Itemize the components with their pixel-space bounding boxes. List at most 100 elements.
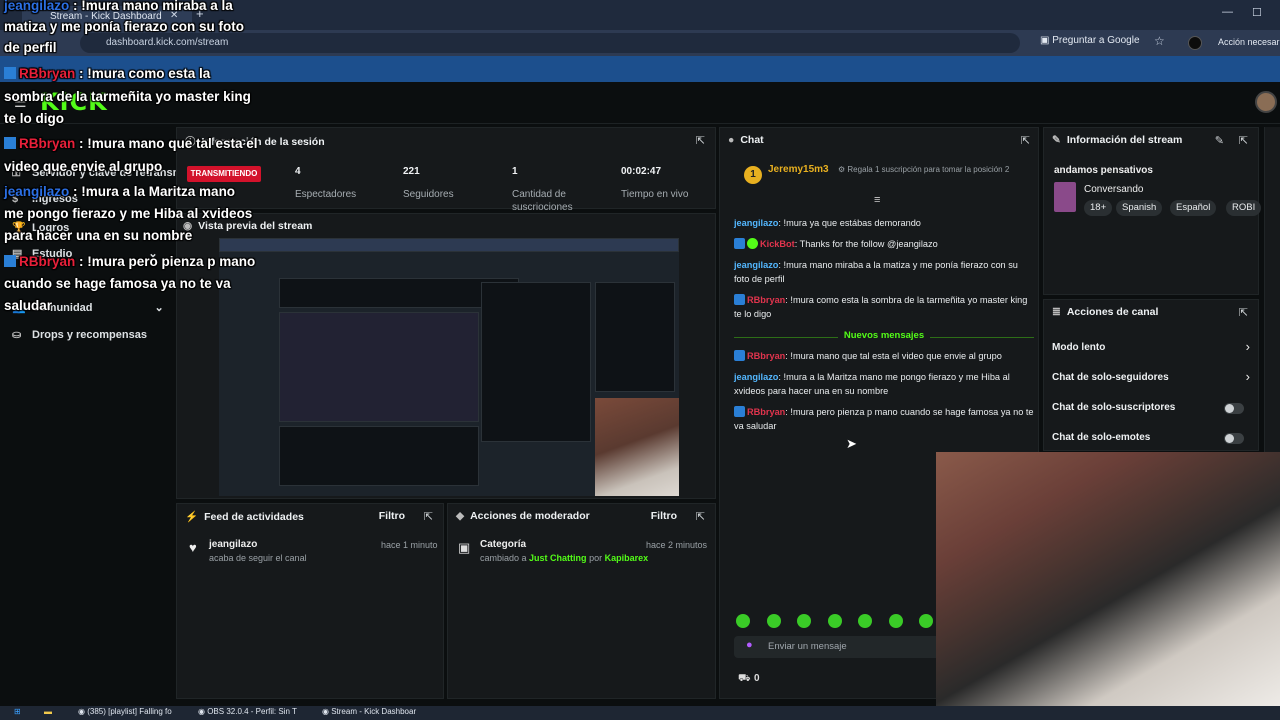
shield-icon: ◆ [456,510,465,522]
popout-icon[interactable]: ⇱ [1239,134,1248,147]
mouse-cursor-icon: ➤ [846,436,857,451]
chat-username[interactable]: jeangilazo [734,260,778,270]
popout-icon[interactable]: ⇱ [1021,134,1030,147]
overlay-username: jeangilazo [4,0,70,13]
emote-icon[interactable] [736,614,750,628]
popout-icon[interactable]: ⇱ [696,134,705,147]
stat-uptime-label: Tiempo en vivo [621,189,689,200]
category-icon: ▣ [458,540,471,555]
chat-bubble-icon: ● [728,134,735,146]
stat-subs-label: Cantidad de suscriociones [512,189,573,213]
mod-actions-panel: ◆ Acciones de moderador Filtro ⇱ ▣ Catego… [447,503,716,699]
action-needed-button[interactable]: Acción necesaria [1218,37,1280,47]
gift-sub-prompt[interactable]: ⚙ Regala 1 suscripción para tomar la pos… [838,165,1028,175]
sub-badge-icon [4,137,16,149]
chat-username[interactable]: RBbryan [747,407,785,417]
mod-action-prefix: cambiado a [480,553,527,563]
gift-icon: ⚙ [838,165,848,174]
subs-only-toggle[interactable] [1224,403,1244,414]
chat-rules-icon[interactable]: ⛟ [738,673,751,686]
chat-username[interactable]: RBbryan [747,351,785,361]
overlay-chat-line: para hacer una en su nombre [4,228,193,243]
mod-action-by: por [589,553,603,563]
overlay-chat-line: RBbryan : !mura mano que tal esta el [4,136,258,152]
mod-action-category[interactable]: Just Chatting [529,553,587,563]
mod-action-time: hace 2 minutos [646,540,708,550]
profile-icon[interactable] [1188,36,1202,50]
subs-only-row: Chat de solo-suscriptores [1052,402,1176,413]
chat-message-input[interactable]: ● Enviar un mensaje [734,636,944,658]
filter-button[interactable]: Filtro [651,510,677,522]
address-bar[interactable]: dashboard.kick.com/stream [80,33,1020,53]
edit-icon[interactable]: ✎ [1215,134,1224,147]
action-needed-label: Acción necesaria [1218,37,1280,47]
chat-count: 0 [754,673,760,684]
maximize-icon[interactable]: ☐ [1252,6,1262,19]
windows-start-icon[interactable]: ⊞ [14,707,21,716]
stream-preview-video[interactable] [219,238,679,496]
filter-button[interactable]: Filtro [379,510,405,522]
overlay-username: RBbryan [19,254,76,269]
slow-mode-row[interactable]: Modo lento [1052,342,1105,353]
emote-icon[interactable] [797,614,811,628]
leaderboard-user[interactable]: Jeremy15m3 [768,164,829,175]
overlay-username: RBbryan [19,66,76,81]
popout-icon[interactable]: ⇱ [696,510,705,523]
file-explorer-icon[interactable]: ▬ [44,707,52,716]
popout-icon[interactable]: ⇱ [1239,306,1248,319]
chat-username[interactable]: KickBot [760,239,795,249]
stream-tag: Spanish [1116,200,1163,216]
mod-action-detail: cambiado a Just Chatting por Kapibarex [480,553,648,563]
chat-username[interactable]: jeangilazo [734,218,778,228]
chat-message: jeangilazo: !mura a la Maritza mano me p… [734,372,1010,396]
followers-only-row[interactable]: Chat de solo-seguidores [1052,372,1169,383]
webcam-overlay [936,452,1280,710]
chevron-right-icon[interactable]: › [1246,339,1250,354]
emote-icon[interactable] [767,614,781,628]
popout-icon[interactable]: ⇱ [424,510,433,523]
bolt-icon: ⚡ [185,511,199,523]
stream-tag: 18+ [1084,200,1113,216]
sub-badge-icon [4,67,16,79]
stat-uptime-value: 00:02:47 [621,166,662,177]
emotes-only-toggle[interactable] [1224,433,1244,444]
taskbar-item-chrome-youtube[interactable]: ◉ (385) [playlist] Falling fo [78,707,172,716]
sidebar-item-drops[interactable]: ⛀ Drops y recompensas [12,328,147,341]
overlay-text: : !mura a la Maritza mano [69,184,236,199]
minimize-icon[interactable]: — [1222,6,1233,18]
stream-info-panel: ✎ Información del stream ✎ ⇱ andamos pens… [1043,127,1262,295]
ask-google-button[interactable]: ▣ Preguntar a Google [1040,35,1140,46]
bookmark-star-icon[interactable]: ☆ [1154,34,1165,48]
chat-message: jeangilazo: !mura ya que estábas demoran… [734,218,921,228]
chevron-right-icon[interactable]: › [1246,369,1250,384]
taskbar-item-obs[interactable]: ◉ OBS 32.0.4 - Perfil: Sin T [198,707,297,716]
chat-username[interactable]: RBbryan [747,295,785,305]
collapse-icon[interactable]: ≡ [874,194,880,206]
wrench-icon: ✎ [1052,134,1061,146]
microphone-icon[interactable]: ● [746,639,753,651]
overlay-chat-line: RBbryan : !mura pero pienza p mano [4,254,255,270]
overlay-username: jeangilazo [4,184,70,199]
overlay-username: RBbryan [19,136,76,151]
windows-taskbar: ⊞ ▬ ◉ (385) [playlist] Falling fo ◉ OBS … [0,706,1280,720]
chat-message: jeangilazo: !mura mano miraba a la matiz… [734,260,1018,284]
activity-user[interactable]: jeangilazo [209,539,257,550]
overlay-text: : !mura mano miraba a la [69,0,233,13]
stat-viewers-label: Espectadores [295,189,357,200]
emote-icon[interactable] [889,614,903,628]
verified-badge-icon [747,238,758,249]
mod-action-mod[interactable]: Kapibarex [605,553,649,563]
taskbar-item-chrome-kick[interactable]: ◉ Stream - Kick Dashboar [322,707,416,716]
panel-title-label: Chat [740,134,764,146]
user-avatar[interactable] [1255,91,1277,113]
ask-google-label: Preguntar a Google [1052,35,1140,46]
chat-username[interactable]: jeangilazo [734,372,778,382]
emote-icon[interactable] [828,614,842,628]
emote-icon[interactable] [858,614,872,628]
chevron-down-icon: ⌄ [154,302,164,314]
overlay-chat-line: de perfil [4,40,57,55]
sub-badge-icon [4,255,16,267]
channel-actions-panel: ≣ Acciones de canal ⇱ Modo lento › Chat d… [1043,299,1259,451]
emote-icon[interactable] [919,614,933,628]
stream-category[interactable]: Conversando [1084,184,1143,195]
